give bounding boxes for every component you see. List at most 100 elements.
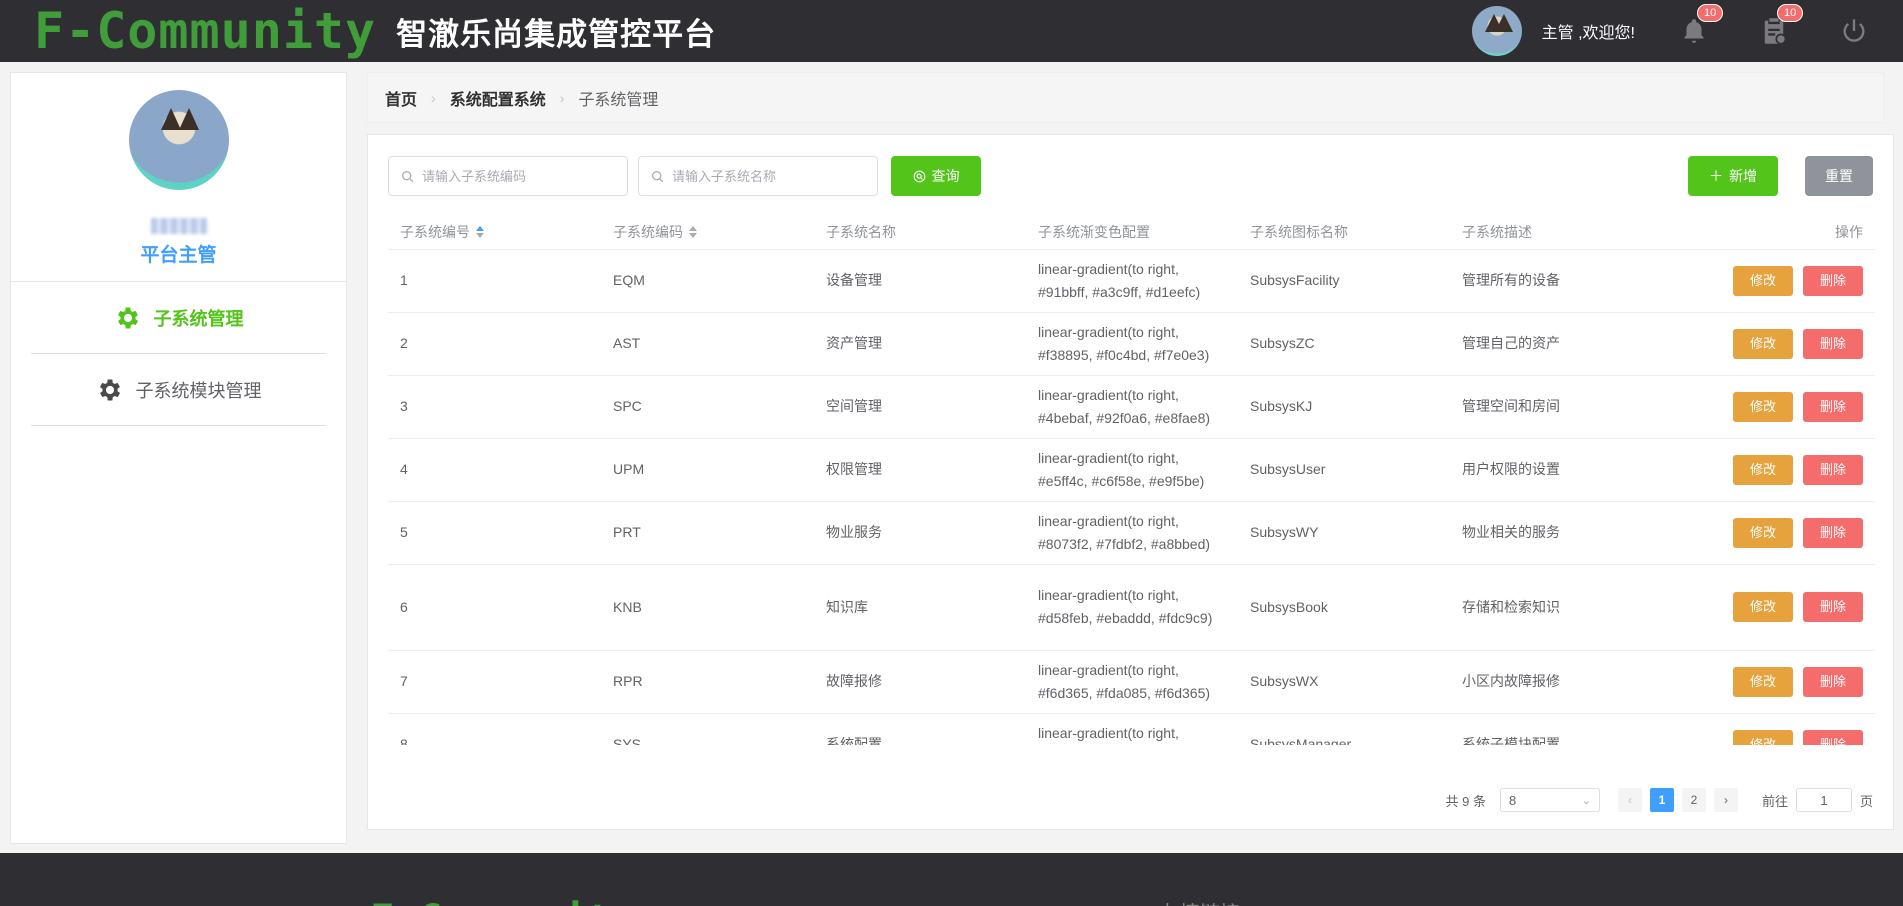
edit-button[interactable]: 修改	[1733, 328, 1793, 359]
delete-button[interactable]: 删除	[1803, 729, 1863, 745]
cell-ops: 修改 删除	[1662, 501, 1875, 565]
edit-button[interactable]: 修改	[1733, 517, 1793, 548]
sort-icon[interactable]	[689, 225, 697, 238]
table-row: 5 PRT 物业服务 linear-gradient(to right, #8073f…	[388, 501, 1875, 565]
cell-desc: 管理自己的资产	[1450, 312, 1662, 376]
cell-id: 8	[388, 713, 601, 745]
cell-ops: 修改 删除	[1662, 438, 1875, 502]
col-header-code[interactable]: 子系统编码	[601, 215, 814, 250]
cell-icon: SubsysWY	[1238, 501, 1450, 565]
user-role: 平台主管	[140, 245, 217, 266]
cell-name: 物业服务	[814, 501, 1026, 565]
query-button[interactable]: 查询	[891, 156, 981, 196]
main-panel: 查询 ＋ 新增 重置 子系统编号 子系统编码 子系统名称 子系统渐变色配置 子系…	[367, 134, 1894, 830]
cell-gradient: linear-gradient(to right, #4bebaf, #92f0…	[1026, 375, 1238, 439]
table-row: 7 RPR 故障报修 linear-gradient(to right, #f6d36…	[388, 650, 1875, 714]
platform-title: 智澈乐尚集成管控平台	[396, 16, 717, 52]
col-header-name: 子系统名称	[814, 215, 1026, 250]
delete-button[interactable]: 删除	[1803, 265, 1863, 296]
table-row: 3 SPC 空间管理 linear-gradient(to right, #4beba…	[388, 375, 1875, 439]
footer-links-title: 友情链接	[1160, 897, 1240, 906]
edit-button[interactable]: 修改	[1733, 592, 1793, 622]
sidebar-item-module-management[interactable]: 子系统模块管理	[31, 354, 326, 426]
cell-id: 2	[388, 312, 601, 376]
cell-id: 3	[388, 375, 601, 439]
cell-icon: SubsysUser	[1238, 438, 1450, 502]
table-row: 4 UPM 权限管理 linear-gradient(to right, #e5ff4…	[388, 438, 1875, 502]
notification-button[interactable]: 10	[1679, 4, 1724, 46]
col-header-desc: 子系统描述	[1450, 215, 1662, 250]
page-button[interactable]: 1	[1649, 788, 1674, 812]
prev-page-button[interactable]: ‹	[1617, 788, 1642, 812]
edit-button[interactable]: 修改	[1733, 454, 1793, 485]
search-icon	[401, 170, 414, 182]
page-size-select[interactable]: 8 ⌄	[1499, 788, 1600, 812]
page-size-value: 8	[1508, 792, 1517, 808]
col-header-ops: 操作	[1662, 215, 1875, 250]
cell-gradient: linear-gradient(to right, #91bbff, #a3c9…	[1026, 249, 1238, 313]
table-row: 6 KNB 知识库 linear-gradient(to right, #d58feb…	[388, 564, 1875, 651]
cell-id: 5	[388, 501, 601, 565]
page-button[interactable]: 2	[1681, 788, 1706, 812]
sort-icon[interactable]	[476, 225, 484, 238]
goto-suffix: 页	[1859, 793, 1873, 809]
edit-button[interactable]: 修改	[1733, 265, 1793, 296]
table-body: 1 EQM 设备管理 linear-gradient(to right, #91bbf…	[388, 249, 1875, 745]
gear-icon	[114, 304, 142, 332]
delete-button[interactable]: 删除	[1803, 592, 1863, 622]
table-header-row: 子系统编号 子系统编码 子系统名称 子系统渐变色配置 子系统图标名称 子系统描述…	[388, 215, 1875, 250]
cell-name: 知识库	[814, 564, 1026, 651]
task-badge: 10	[1777, 4, 1804, 22]
sidebar-item-subsystem-management[interactable]: 子系统管理	[31, 282, 326, 354]
reset-label: 重置	[1825, 168, 1853, 184]
cell-code: PRT	[601, 501, 814, 565]
breadcrumb-home[interactable]: 首页	[385, 86, 417, 110]
chevron-right-icon: ›	[1723, 793, 1728, 807]
delete-button[interactable]: 删除	[1803, 328, 1863, 359]
task-button[interactable]: 10	[1759, 4, 1804, 46]
cell-ops: 修改 删除	[1662, 312, 1875, 376]
footer-logo: F-Community	[370, 897, 635, 906]
chevron-right-icon: ›	[431, 89, 436, 106]
delete-button[interactable]: 删除	[1803, 666, 1863, 697]
cell-name: 系统配置	[814, 713, 1026, 745]
name-search-input[interactable]	[672, 168, 862, 184]
breadcrumb: 首页 › 系统配置系统 › 子系统管理	[367, 72, 1884, 123]
cell-code: SPC	[601, 375, 814, 439]
search-circle-icon	[913, 170, 925, 182]
col-header-id[interactable]: 子系统编号	[388, 215, 601, 250]
cell-desc: 物业相关的服务	[1450, 501, 1662, 565]
cell-icon: SubsysZC	[1238, 312, 1450, 376]
cell-gradient: linear-gradient(to right, #8073f2, #7fdb…	[1026, 501, 1238, 565]
name-search-field[interactable]	[638, 156, 878, 196]
cell-desc: 存储和检索知识	[1450, 564, 1662, 651]
cell-name: 空间管理	[814, 375, 1026, 439]
delete-button[interactable]: 删除	[1803, 517, 1863, 548]
next-page-button[interactable]: ›	[1713, 788, 1738, 812]
cell-gradient: linear-gradient(to right, #e5ff4c, #c6f5…	[1026, 438, 1238, 502]
pagination: 共 9 条 8 ⌄ ‹ 1 2 › 前往 页	[1446, 786, 1873, 814]
profile-avatar	[128, 90, 229, 190]
add-button[interactable]: ＋ 新增	[1688, 156, 1778, 196]
profile-cat-ear-right	[178, 108, 199, 130]
cell-icon: SubsysKJ	[1238, 375, 1450, 439]
code-search-field[interactable]	[388, 156, 628, 196]
goto-page-input[interactable]	[1795, 788, 1852, 812]
delete-button[interactable]: 删除	[1803, 391, 1863, 422]
goto-prefix: 前往	[1761, 793, 1788, 809]
user-avatar[interactable]	[1471, 6, 1522, 56]
cell-desc: 系统子模块配置	[1450, 713, 1662, 745]
code-search-input[interactable]	[422, 168, 612, 184]
add-label: 新增	[1729, 168, 1757, 184]
chevron-down-icon: ⌄	[1581, 794, 1591, 807]
logout-button[interactable]	[1839, 16, 1869, 46]
edit-button[interactable]: 修改	[1733, 391, 1793, 422]
edit-button[interactable]: 修改	[1733, 729, 1793, 745]
cell-icon: SubsysBook	[1238, 564, 1450, 651]
breadcrumb-section[interactable]: 系统配置系统	[450, 86, 546, 110]
delete-button[interactable]: 删除	[1803, 454, 1863, 485]
toolbar: 查询 ＋ 新增 重置	[388, 155, 1873, 197]
edit-button[interactable]: 修改	[1733, 666, 1793, 697]
reset-button[interactable]: 重置	[1805, 156, 1873, 196]
cell-gradient: linear-gradient(to right, #f38895, #f0c4…	[1026, 312, 1238, 376]
